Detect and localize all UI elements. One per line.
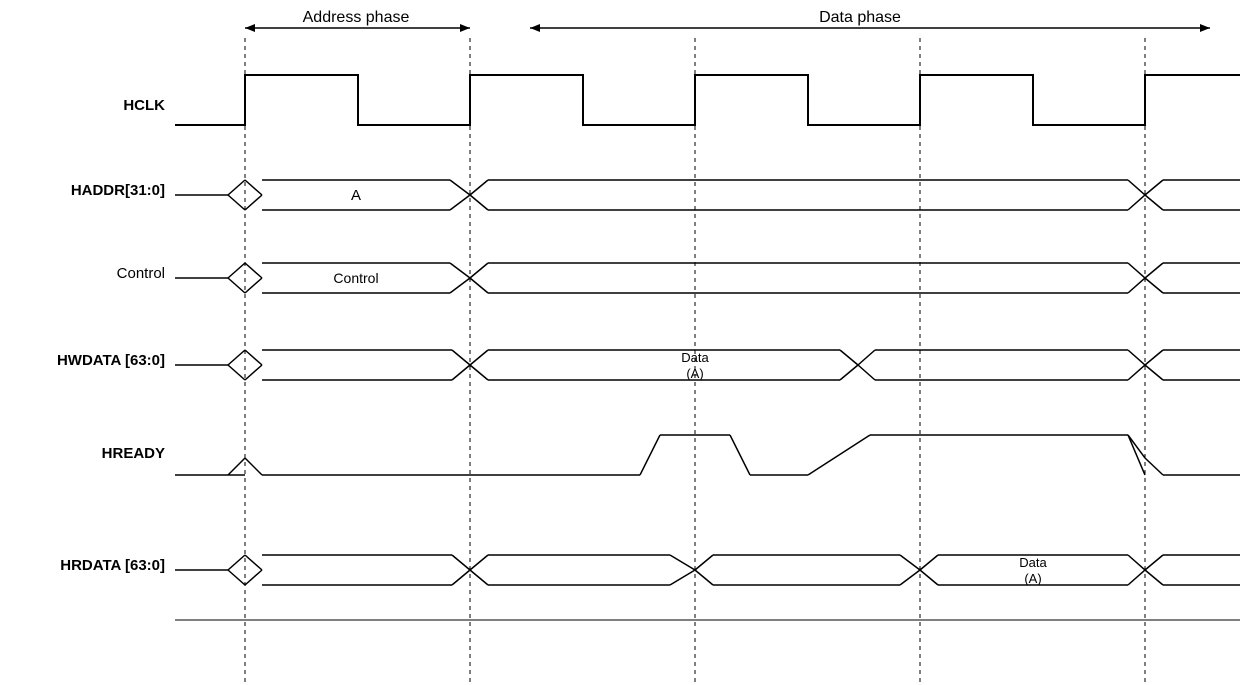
haddr-label: HADDR[31:0] [71, 182, 165, 199]
hrdata-label: HRDATA [63:0] [60, 557, 165, 574]
hwdata-label: HWDATA [63:0] [57, 352, 165, 369]
hready-label: HREADY [102, 445, 165, 462]
data-phase-label: Data phase [819, 9, 901, 26]
timing-diagram: Address phase Data phase HCLK HADDR[31:0… [0, 0, 1240, 685]
hclk-label: HCLK [123, 97, 165, 114]
hwdata-value-a-line1: Data [681, 350, 709, 365]
hwdata-value-a-line2: (A) [686, 366, 703, 381]
hrdata-value-a-line2: (A) [1024, 571, 1041, 586]
hrdata-value-a-line1: Data [1019, 555, 1047, 570]
haddr-value-a: A [351, 187, 361, 204]
control-label: Control [117, 265, 165, 282]
control-value: Control [333, 270, 378, 286]
address-phase-label: Address phase [303, 9, 410, 26]
